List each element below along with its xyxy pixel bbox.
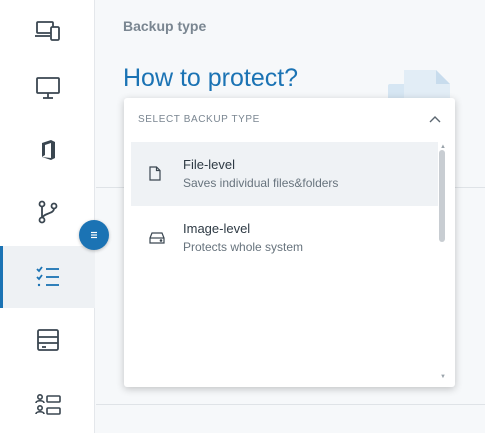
scroll-down-arrow-icon[interactable]: ▼	[439, 374, 447, 380]
file-icon	[149, 166, 161, 181]
option-title: Image-level	[183, 221, 251, 236]
divider	[96, 404, 485, 405]
option-file-level[interactable]: File-level Saves individual files&folder…	[131, 142, 438, 206]
chevron-up-icon[interactable]	[429, 115, 441, 123]
devices-icon	[34, 21, 60, 41]
dropdown-header-label: SELECT BACKUP TYPE	[138, 113, 260, 125]
sidebar-collapse-button[interactable]	[79, 220, 109, 250]
menu-icon	[91, 231, 97, 239]
sidebar-item-storage[interactable]	[0, 309, 95, 371]
option-description: Protects whole system	[183, 240, 304, 254]
option-description: Saves individual files&folders	[183, 176, 339, 190]
option-image-level[interactable]: Image-level Protects whole system	[131, 206, 438, 270]
server-icon	[36, 329, 59, 351]
sidebar-item-users[interactable]	[0, 373, 95, 433]
dropdown-scrollbar[interactable]: ▲ ▼	[438, 144, 448, 380]
drive-icon	[149, 232, 165, 244]
scrollbar-thumb[interactable]	[439, 150, 445, 242]
page-title: How to protect?	[123, 64, 299, 92]
section-label: Backup type	[123, 18, 207, 34]
branch-icon	[38, 200, 57, 224]
sidebar-item-computer[interactable]	[0, 57, 95, 119]
sidebar-item-office[interactable]	[0, 119, 95, 181]
sidebar	[0, 0, 95, 433]
backup-type-dropdown[interactable]: SELECT BACKUP TYPE File-level Saves indi…	[124, 98, 455, 387]
dropdown-header[interactable]: SELECT BACKUP TYPE	[124, 98, 455, 140]
sidebar-item-devices[interactable]	[0, 0, 95, 62]
scroll-up-arrow-icon[interactable]: ▲	[439, 144, 447, 150]
sidebar-item-backup-tasks[interactable]	[0, 246, 95, 308]
office-icon	[41, 140, 55, 160]
monitor-icon	[35, 77, 60, 99]
option-title: File-level	[183, 157, 236, 172]
user-list-icon	[34, 394, 61, 415]
checklist-icon	[35, 266, 59, 287]
